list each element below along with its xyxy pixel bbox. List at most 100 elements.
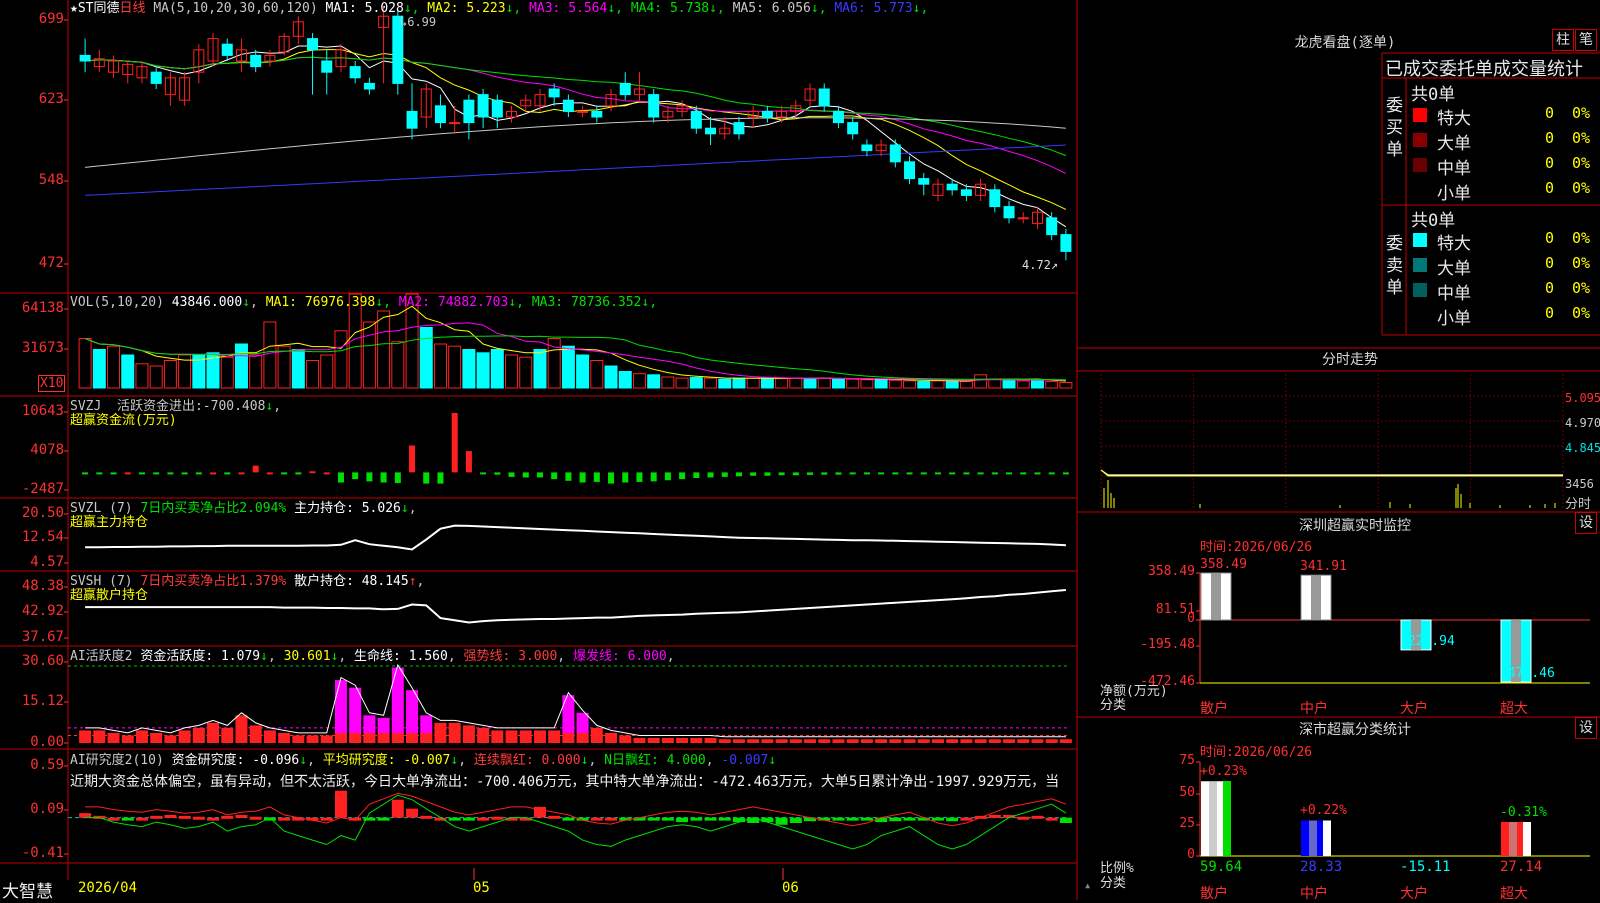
candle-body	[406, 110, 418, 129]
vol-ma-value-1: MA1: 76976.398	[265, 295, 376, 310]
stats-settings-button[interactable]: 设	[1575, 717, 1597, 739]
research-bar	[235, 814, 248, 818]
stats-tick-label: 25	[1179, 816, 1195, 831]
ai-active-tick-label: 15.12	[21, 693, 64, 709]
candle-body	[889, 144, 901, 163]
sell-row-pct: 0%	[1572, 304, 1591, 322]
activity-bar	[491, 730, 504, 743]
research-bar	[420, 815, 433, 819]
ma-values: MA1: 5.028↓, MA2: 5.223↓, MA3: 5.564↓, M…	[325, 1, 929, 16]
buy-row-qty: 0	[1545, 179, 1555, 197]
research-bar	[1059, 817, 1072, 824]
volume-bar	[632, 373, 646, 389]
app-name: 大智慧	[2, 882, 53, 902]
vol-ma-line-3	[84, 335, 1066, 381]
flow-bar	[991, 472, 998, 475]
activity-bar-base	[562, 732, 575, 743]
research-bar	[946, 817, 959, 822]
flow-bar	[238, 472, 245, 475]
activity-bar	[917, 739, 930, 743]
ma-line-2	[85, 49, 1067, 210]
svzl-header: SVZL (7) 7日内买卖净占比2.094% 主力持仓: 5.026↓,	[70, 501, 417, 516]
tick-mode-button[interactable]: 笔	[1575, 29, 1597, 51]
buy-row-pct: 0%	[1572, 129, 1591, 147]
activity-bar	[846, 739, 859, 743]
activity-bar-base	[349, 732, 362, 743]
research-bar	[320, 817, 333, 821]
activity-bar-base	[363, 732, 376, 743]
monitor-category-label: 大户	[1400, 701, 1428, 717]
candle-body	[705, 127, 717, 135]
activity-bar	[1031, 739, 1044, 743]
volume-bar	[590, 360, 604, 389]
sell-row-pct: 0%	[1572, 279, 1591, 297]
stats-bottom-label: 28.33	[1300, 859, 1343, 875]
flow-bar	[593, 472, 600, 482]
activity-bar-base	[406, 732, 419, 743]
flow-bar	[792, 472, 799, 476]
candle-body	[562, 99, 574, 112]
svzj-subtitle: 超赢资金流(万元)	[70, 413, 177, 428]
svzj-tick-label: -2487	[21, 481, 64, 497]
candle-body	[989, 189, 1001, 208]
volume-bar	[831, 378, 845, 389]
flow-bar	[849, 472, 856, 475]
flow-bar	[764, 472, 771, 476]
candle-body	[250, 54, 262, 68]
stats-tick-label: 0	[1187, 847, 1195, 862]
bar-mode-button[interactable]: 柱	[1552, 29, 1574, 51]
svzl-tick-label: 4.57	[30, 554, 64, 570]
volume-bar	[974, 374, 988, 389]
stats-bar-stripe	[1523, 821, 1531, 856]
monitor-tick-label: 358.49	[1148, 564, 1195, 579]
stats-bar-stripe	[1223, 781, 1231, 856]
monitor-tick-label: -195.48	[1140, 637, 1195, 652]
activity-bar	[79, 730, 92, 743]
buy-row-pct: 0%	[1572, 154, 1591, 172]
monitor-settings-button[interactable]: 设	[1575, 512, 1597, 534]
activity-bar	[875, 739, 888, 743]
vol-ma-value-2: MA2: 74882.703	[398, 295, 509, 310]
monitor-tick-label: -472.46	[1140, 674, 1195, 689]
activity-bar	[107, 732, 120, 743]
volume-bar	[263, 321, 277, 389]
volume-bar	[1002, 379, 1016, 389]
volume-bar	[1016, 380, 1030, 389]
volume-bar	[931, 380, 945, 389]
ai-active-header: AI活跃度2 资金活跃度: 1.079↓, 30.601↓, 生命线: 1.56…	[70, 649, 675, 664]
flow-bar	[1020, 472, 1027, 475]
stock-name: ★ST同德	[70, 1, 120, 16]
volume-bar	[519, 356, 533, 389]
volume-bar	[362, 321, 376, 389]
main-position-line	[85, 524, 1066, 551]
volume-bar	[334, 330, 348, 389]
lock-icon[interactable]: ▴	[1084, 878, 1091, 892]
flow-bar	[309, 471, 316, 474]
buy-row-qty: 0	[1545, 104, 1555, 122]
flow-bar	[110, 472, 117, 475]
research-line-green	[85, 794, 1067, 850]
sell-row-name: 中单	[1437, 284, 1471, 304]
period-label[interactable]: 日线	[119, 1, 145, 16]
volume-bar	[505, 354, 519, 389]
activity-bar	[320, 735, 333, 743]
research-bar	[150, 815, 163, 819]
volume-bar	[249, 354, 263, 389]
activity-bar	[207, 722, 220, 743]
research-bar	[107, 817, 120, 821]
stats-top-label: +0.22%	[1300, 803, 1347, 819]
flow-bar	[167, 472, 174, 475]
candle-body	[960, 189, 972, 196]
flow-bar	[949, 472, 956, 475]
flow-bar	[124, 472, 131, 475]
vol-unit: X10	[38, 375, 66, 392]
activity-bar-base	[334, 732, 347, 743]
stats-top-label: -0.31%	[1500, 804, 1547, 820]
buy-row-name: 小单	[1437, 184, 1471, 204]
research-bar	[192, 816, 205, 820]
buy-row-name: 大单	[1437, 134, 1471, 154]
candle-body	[1017, 217, 1029, 220]
research-bar	[491, 816, 504, 820]
buy-row-qty: 0	[1545, 129, 1555, 147]
flow-bar	[835, 472, 842, 475]
